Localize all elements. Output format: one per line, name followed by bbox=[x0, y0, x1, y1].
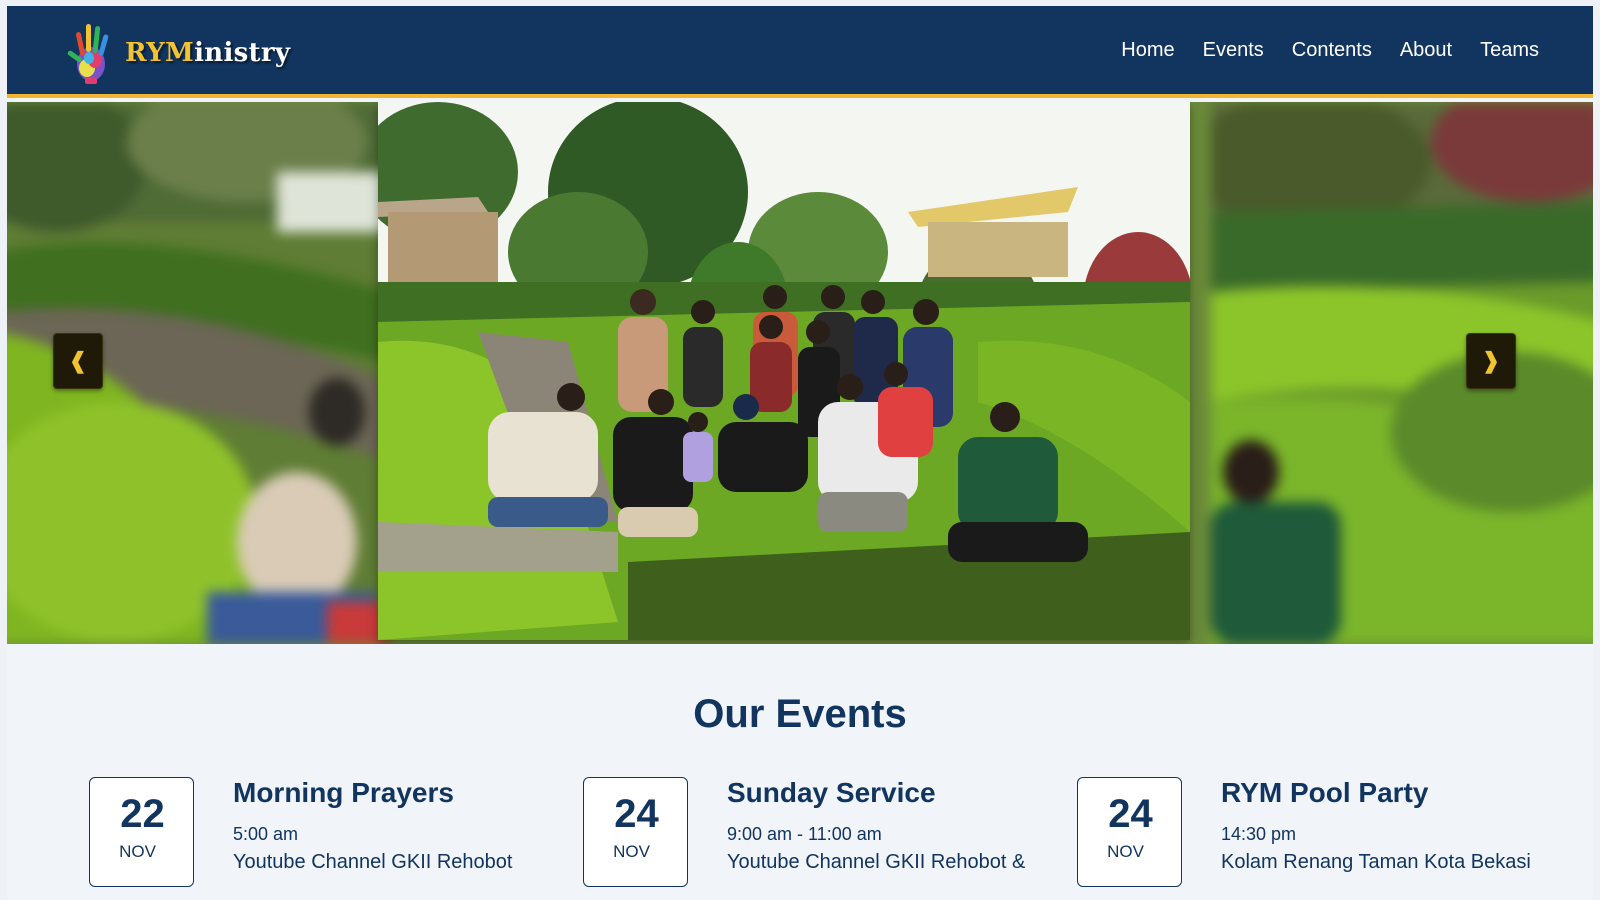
event-month: NOV bbox=[1107, 842, 1144, 861]
event-title[interactable]: Sunday Service bbox=[727, 777, 936, 809]
event-location: Kolam Renang Taman Kota Bekasi bbox=[1221, 851, 1531, 873]
nav-events[interactable]: Events bbox=[1203, 39, 1264, 62]
event-location: Youtube Channel GKII Rehobot bbox=[233, 851, 513, 873]
event-day: 24 bbox=[1108, 792, 1153, 836]
event-time: 9:00 am - 11:00 am bbox=[727, 824, 882, 844]
carousel-prev-button[interactable]: ❰ bbox=[53, 333, 103, 389]
event-month: NOV bbox=[119, 842, 156, 861]
hero-carousel: ❰ ❱ bbox=[7, 102, 1593, 644]
carousel-next-slide-preview[interactable] bbox=[1211, 102, 1593, 644]
event-date-box: 24 NOV bbox=[1077, 777, 1182, 887]
event-time: 14:30 pm bbox=[1221, 824, 1297, 844]
event-month: NOV bbox=[613, 842, 650, 861]
event-date-box: 24 NOV bbox=[583, 777, 688, 887]
brand-logo[interactable]: RYMinistry bbox=[65, 20, 290, 86]
events-heading: Our Events bbox=[693, 692, 907, 736]
nav-about[interactable]: About bbox=[1400, 39, 1452, 62]
brand-name: RYMinistry bbox=[125, 38, 290, 68]
nav-contents[interactable]: Contents bbox=[1292, 39, 1372, 62]
main-nav: Home Events Contents About Teams bbox=[1121, 39, 1539, 62]
group-photo-image bbox=[378, 102, 1190, 640]
chevron-right-icon: ❱ bbox=[1481, 348, 1501, 373]
brand-name-accent: RYM bbox=[125, 38, 195, 68]
event-day: 24 bbox=[614, 792, 659, 836]
carousel-next-button[interactable]: ❱ bbox=[1466, 333, 1516, 389]
event-location: Youtube Channel GKII Rehobot & bbox=[727, 851, 1026, 873]
event-title[interactable]: Morning Prayers bbox=[233, 777, 454, 809]
event-time: 5:00 am bbox=[233, 824, 299, 844]
carousel-active-slide[interactable] bbox=[378, 102, 1190, 640]
top-navbar: RYMinistry Home Events Contents About Te… bbox=[7, 6, 1593, 98]
brand-name-rest: inistry bbox=[194, 38, 291, 68]
chevron-left-icon: ❰ bbox=[68, 348, 88, 373]
colorful-hand-icon bbox=[67, 24, 109, 84]
nav-teams[interactable]: Teams bbox=[1480, 39, 1539, 62]
event-title[interactable]: RYM Pool Party bbox=[1221, 777, 1428, 809]
nav-home[interactable]: Home bbox=[1121, 39, 1174, 62]
page-frame: RYMinistry Home Events Contents About Te… bbox=[7, 6, 1593, 900]
event-day: 22 bbox=[120, 792, 165, 836]
event-date-box: 22 NOV bbox=[89, 777, 194, 887]
